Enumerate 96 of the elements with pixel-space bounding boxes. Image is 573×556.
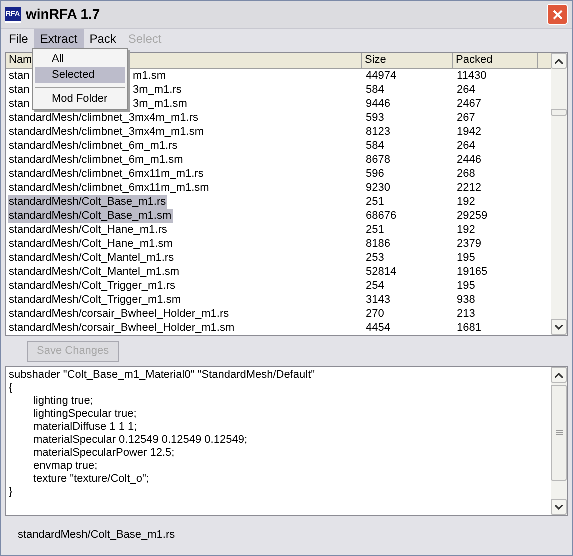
packed-cell-text: 195: [456, 279, 476, 293]
file-name[interactable]: standardMesh/Colt_Base_m1.rs: [8, 195, 168, 209]
status-text: standardMesh/Colt_Base_m1.rs: [18, 528, 176, 544]
code-line: subshader "Colt_Base_m1_Material0" "StandardMesh/Default": [9, 369, 316, 382]
packed-cell-text: 2379: [456, 237, 482, 251]
column-header[interactable]: Packed: [453, 53, 538, 69]
packed-cell-text: 195: [456, 251, 476, 265]
packed-cell-text: 938: [456, 293, 476, 307]
file-name: 3m_m1.sm: [133, 97, 188, 111]
scroll-arrow-button[interactable]: [551, 319, 567, 335]
scrollbar[interactable]: [551, 53, 567, 335]
size-cell-text: 253: [365, 251, 386, 265]
file-name: 3m_m1.rs: [133, 83, 182, 97]
file-name[interactable]: standardMesh/climbnet_6mx11m_m1.rs: [8, 167, 205, 181]
file-name[interactable]: standardMesh/climbnet_6mx11m_m1.sm: [8, 181, 210, 195]
file-name[interactable]: stan: [8, 97, 31, 111]
text-editor[interactable]: [6, 367, 551, 515]
scroll-arrow-button[interactable]: [551, 367, 567, 383]
size-cell-text: 52814: [365, 265, 398, 279]
code-line: materialDiffuse 1 1 1;: [32, 421, 138, 434]
column-header[interactable]: Size: [362, 53, 453, 69]
window-title: winRFA 1.7: [26, 5, 100, 24]
size-cell-text: 9230: [365, 181, 392, 195]
file-name[interactable]: standardMesh/Colt_Base_m1.sm: [8, 209, 173, 223]
code-line: {: [9, 382, 13, 395]
size-cell-text: 8123: [365, 125, 392, 139]
file-name[interactable]: standardMesh/Colt_Mantel_m1.rs: [8, 251, 176, 265]
file-name[interactable]: standardMesh/climbnet_3mx4m_m1.sm: [8, 125, 206, 139]
file-name[interactable]: standardMesh/climbnet_6m_m1.sm: [8, 153, 184, 167]
menu-option[interactable]: Selected: [35, 67, 125, 83]
code-line: lightingSpecular true;: [32, 408, 137, 421]
file-name[interactable]: standardMesh/climbnet_6m_m1.rs: [8, 139, 179, 153]
packed-cell-text: 19165: [456, 265, 489, 279]
packed-cell-text: 29259: [456, 209, 489, 223]
size-cell-text: 254: [365, 279, 386, 293]
file-name[interactable]: stan: [8, 83, 31, 97]
file-name[interactable]: standardMesh/corsair_Bwheel_Holder_m1.sm: [8, 321, 236, 335]
code-line: }: [9, 486, 13, 499]
file-name[interactable]: stan: [8, 69, 31, 83]
size-cell-text: 44974: [365, 69, 398, 83]
code-line: envmap true;: [32, 460, 98, 473]
file-name[interactable]: standardMesh/Colt_Mantel_m1.sm: [8, 265, 181, 279]
file-name[interactable]: standardMesh/Colt_Hane_m1.rs: [8, 223, 168, 237]
file-name[interactable]: standardMesh/Colt_Hane_m1.sm: [8, 237, 174, 251]
size-cell-text: 68676: [365, 209, 398, 223]
size-cell-text: 9446: [365, 97, 392, 111]
menu-item[interactable]: Pack: [84, 29, 122, 49]
scroll-arrow-button[interactable]: [551, 499, 567, 515]
file-name[interactable]: standardMesh/Colt_Trigger_m1.rs: [8, 279, 176, 293]
packed-cell-text: 1942: [456, 125, 482, 139]
packed-cell-text: 213: [456, 307, 476, 321]
chevron-down-icon: [555, 324, 563, 330]
file-name: m1.sm: [133, 69, 166, 83]
packed-cell-text: 2212: [456, 181, 482, 195]
packed-cell-text: 192: [456, 195, 476, 209]
file-name[interactable]: standardMesh/corsair_Bwheel_Holder_m1.rs: [8, 307, 230, 321]
packed-cell-text: 11430: [456, 69, 488, 83]
packed-cell-text: 264: [456, 83, 476, 97]
packed-cell-text: 267: [456, 111, 476, 125]
close-icon: [552, 10, 562, 20]
scroll-thumb[interactable]: [551, 109, 567, 116]
packed-cell-text: 192: [456, 223, 476, 237]
scroll-thumb[interactable]: [551, 385, 567, 481]
file-name[interactable]: standardMesh/Colt_Trigger_m1.sm: [8, 293, 182, 307]
packed-cell-text: 268: [456, 167, 476, 181]
packed-cell-text: 264: [456, 139, 476, 153]
chevron-down-icon: [555, 504, 563, 510]
menu-item[interactable]: File: [3, 29, 34, 49]
size-cell-text: 584: [365, 83, 386, 97]
grip-icon: [556, 430, 562, 436]
size-cell-text: 251: [365, 223, 386, 237]
scrollbar[interactable]: [551, 367, 567, 515]
size-cell-text: 251: [365, 195, 386, 209]
menu-item[interactable]: Extract: [34, 29, 84, 49]
size-cell-text: 596: [365, 167, 386, 181]
packed-cell-text: 1681: [456, 321, 482, 335]
size-cell-text: 3143: [365, 293, 392, 307]
packed-cell-text: 2446: [456, 153, 482, 167]
code-line: lighting true;: [32, 395, 94, 408]
chevron-up-icon: [555, 372, 563, 378]
scroll-arrow-button[interactable]: [551, 53, 567, 69]
close-button[interactable]: [547, 4, 568, 25]
code-line: materialSpecular 0.12549 0.12549 0.12549;: [32, 434, 248, 447]
size-cell-text: 8186: [365, 237, 392, 251]
menu-option[interactable]: All: [35, 51, 125, 67]
packed-cell-text: 2467: [456, 97, 482, 111]
size-cell-text: 4454: [365, 321, 392, 335]
file-name[interactable]: standardMesh/climbnet_3mx4m_m1.rs: [8, 111, 200, 125]
menu-option[interactable]: Mod Folder: [35, 91, 125, 107]
size-cell-text: 8678: [365, 153, 392, 167]
code-line: materialSpecularPower 12.5;: [32, 447, 175, 460]
chevron-up-icon: [555, 58, 563, 64]
size-cell-text: 593: [365, 111, 386, 125]
size-cell-text: 584: [365, 139, 386, 153]
code-line: texture "texture/Colt_o";: [32, 473, 150, 486]
size-cell-text: 270: [365, 307, 386, 321]
